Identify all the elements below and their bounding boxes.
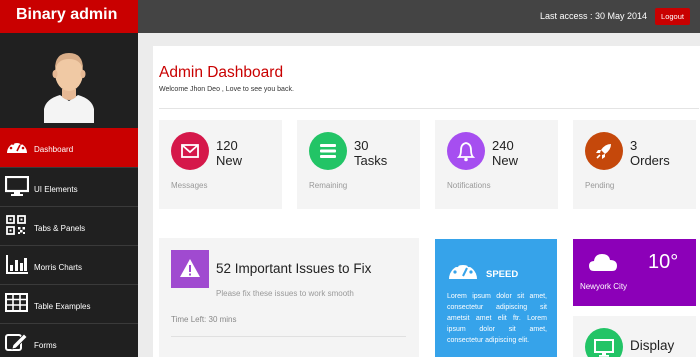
cloud-icon [589,254,617,271]
stat-word: New [216,153,243,168]
sidebar-item-label: Forms [34,341,57,350]
stat-icon-circle [309,132,347,170]
stat-card-notifications[interactable]: 240 New Notifications [435,120,558,209]
divider [159,108,699,109]
stat-card-messages[interactable]: 120 New Messages [159,120,282,209]
speed-description: Lorem ipsum dolor sit amet, consectetur … [447,293,547,344]
speed-label: SPEED [486,269,519,280]
brand-logo[interactable]: Binary admin [0,0,138,33]
welcome-text: Welcome Jhon Deo , Love to see you back. [159,86,294,93]
logout-button[interactable]: Logout [655,8,690,25]
table-icon [5,293,28,312]
bell-icon [456,142,476,162]
sidebar: Dashboard UI Elements Tabs & Panels Morr… [0,33,138,357]
display-icon-circle [585,328,623,357]
sidebar-item-dashboard[interactable]: Dashboard [0,128,138,167]
stat-word: Tasks [354,153,388,168]
weather-card[interactable]: Newyork City 10° [573,239,696,306]
page-title: Admin Dashboard [159,64,284,81]
stat-number: 120 [216,138,238,153]
stat-number: 30 [354,138,369,153]
divider [171,336,406,337]
bar-chart-icon [6,255,28,274]
issues-time-left: Time Left: 30 mins [171,315,237,324]
sidebar-item-table-examples[interactable]: Table Examples [0,284,138,323]
dashboard-panel: Admin Dashboard Welcome Jhon Deo , Love … [153,46,700,357]
warning-icon-box [171,250,209,288]
sidebar-item-tabs-panels[interactable]: Tabs & Panels [0,206,138,245]
stat-word: New [492,153,519,168]
edit-icon [5,333,28,351]
avatar [44,53,94,123]
envelope-icon [181,144,199,158]
bars-icon [320,144,336,158]
stat-number: 3 [630,138,638,153]
main-content: Admin Dashboard Welcome Jhon Deo , Love … [138,33,700,357]
dashboard-icon [449,260,477,279]
sidebar-item-label: Morris Charts [34,263,83,272]
dashboard-icon [7,140,27,153]
display-card[interactable]: Display [573,316,696,357]
sidebar-item-ui-elements[interactable]: UI Elements [0,167,138,206]
weather-temperature: 10° [648,251,679,273]
issues-title: 52 Important Issues to Fix [216,261,372,276]
stat-card-tasks[interactable]: 30 Tasks Remaining [297,120,420,209]
stat-caption: Remaining [309,181,348,190]
last-access-text: Last access : 30 May 2014 [539,11,647,21]
rocket-icon [596,144,611,159]
sidebar-item-label: Dashboard [34,145,74,154]
sidebar-item-morris-charts[interactable]: Morris Charts [0,245,138,284]
issues-subtitle: Please fix these issues to work smooth [216,289,354,298]
stat-caption: Messages [171,181,208,190]
display-label: Display [630,338,675,353]
speed-card[interactable]: SPEED Lorem ipsum dolor sit amet, consec… [435,239,557,357]
stat-card-orders[interactable]: 3 Orders Pending [573,120,696,209]
sidebar-item-label: Table Examples [34,302,91,311]
stat-icon-circle [447,132,485,170]
warning-icon [180,259,200,277]
stat-caption: Pending [585,181,615,190]
sidebar-item-label: Tabs & Panels [34,224,86,233]
stat-caption: Notifications [447,181,491,190]
stat-icon-circle [171,132,209,170]
weather-city: Newyork City [579,282,628,291]
issues-card[interactable]: 52 Important Issues to Fix Please fix th… [159,238,419,357]
desktop-icon [5,176,29,196]
stat-icon-circle [585,132,623,170]
stat-word: Orders [630,153,670,168]
qrcode-icon [6,215,26,235]
sidebar-item-forms[interactable]: Forms [0,323,138,357]
stat-number: 240 [492,138,514,153]
sidebar-item-label: UI Elements [34,185,78,194]
desktop-icon [594,339,614,357]
top-navbar: Binary admin Last access : 30 May 2014 L… [0,0,700,33]
